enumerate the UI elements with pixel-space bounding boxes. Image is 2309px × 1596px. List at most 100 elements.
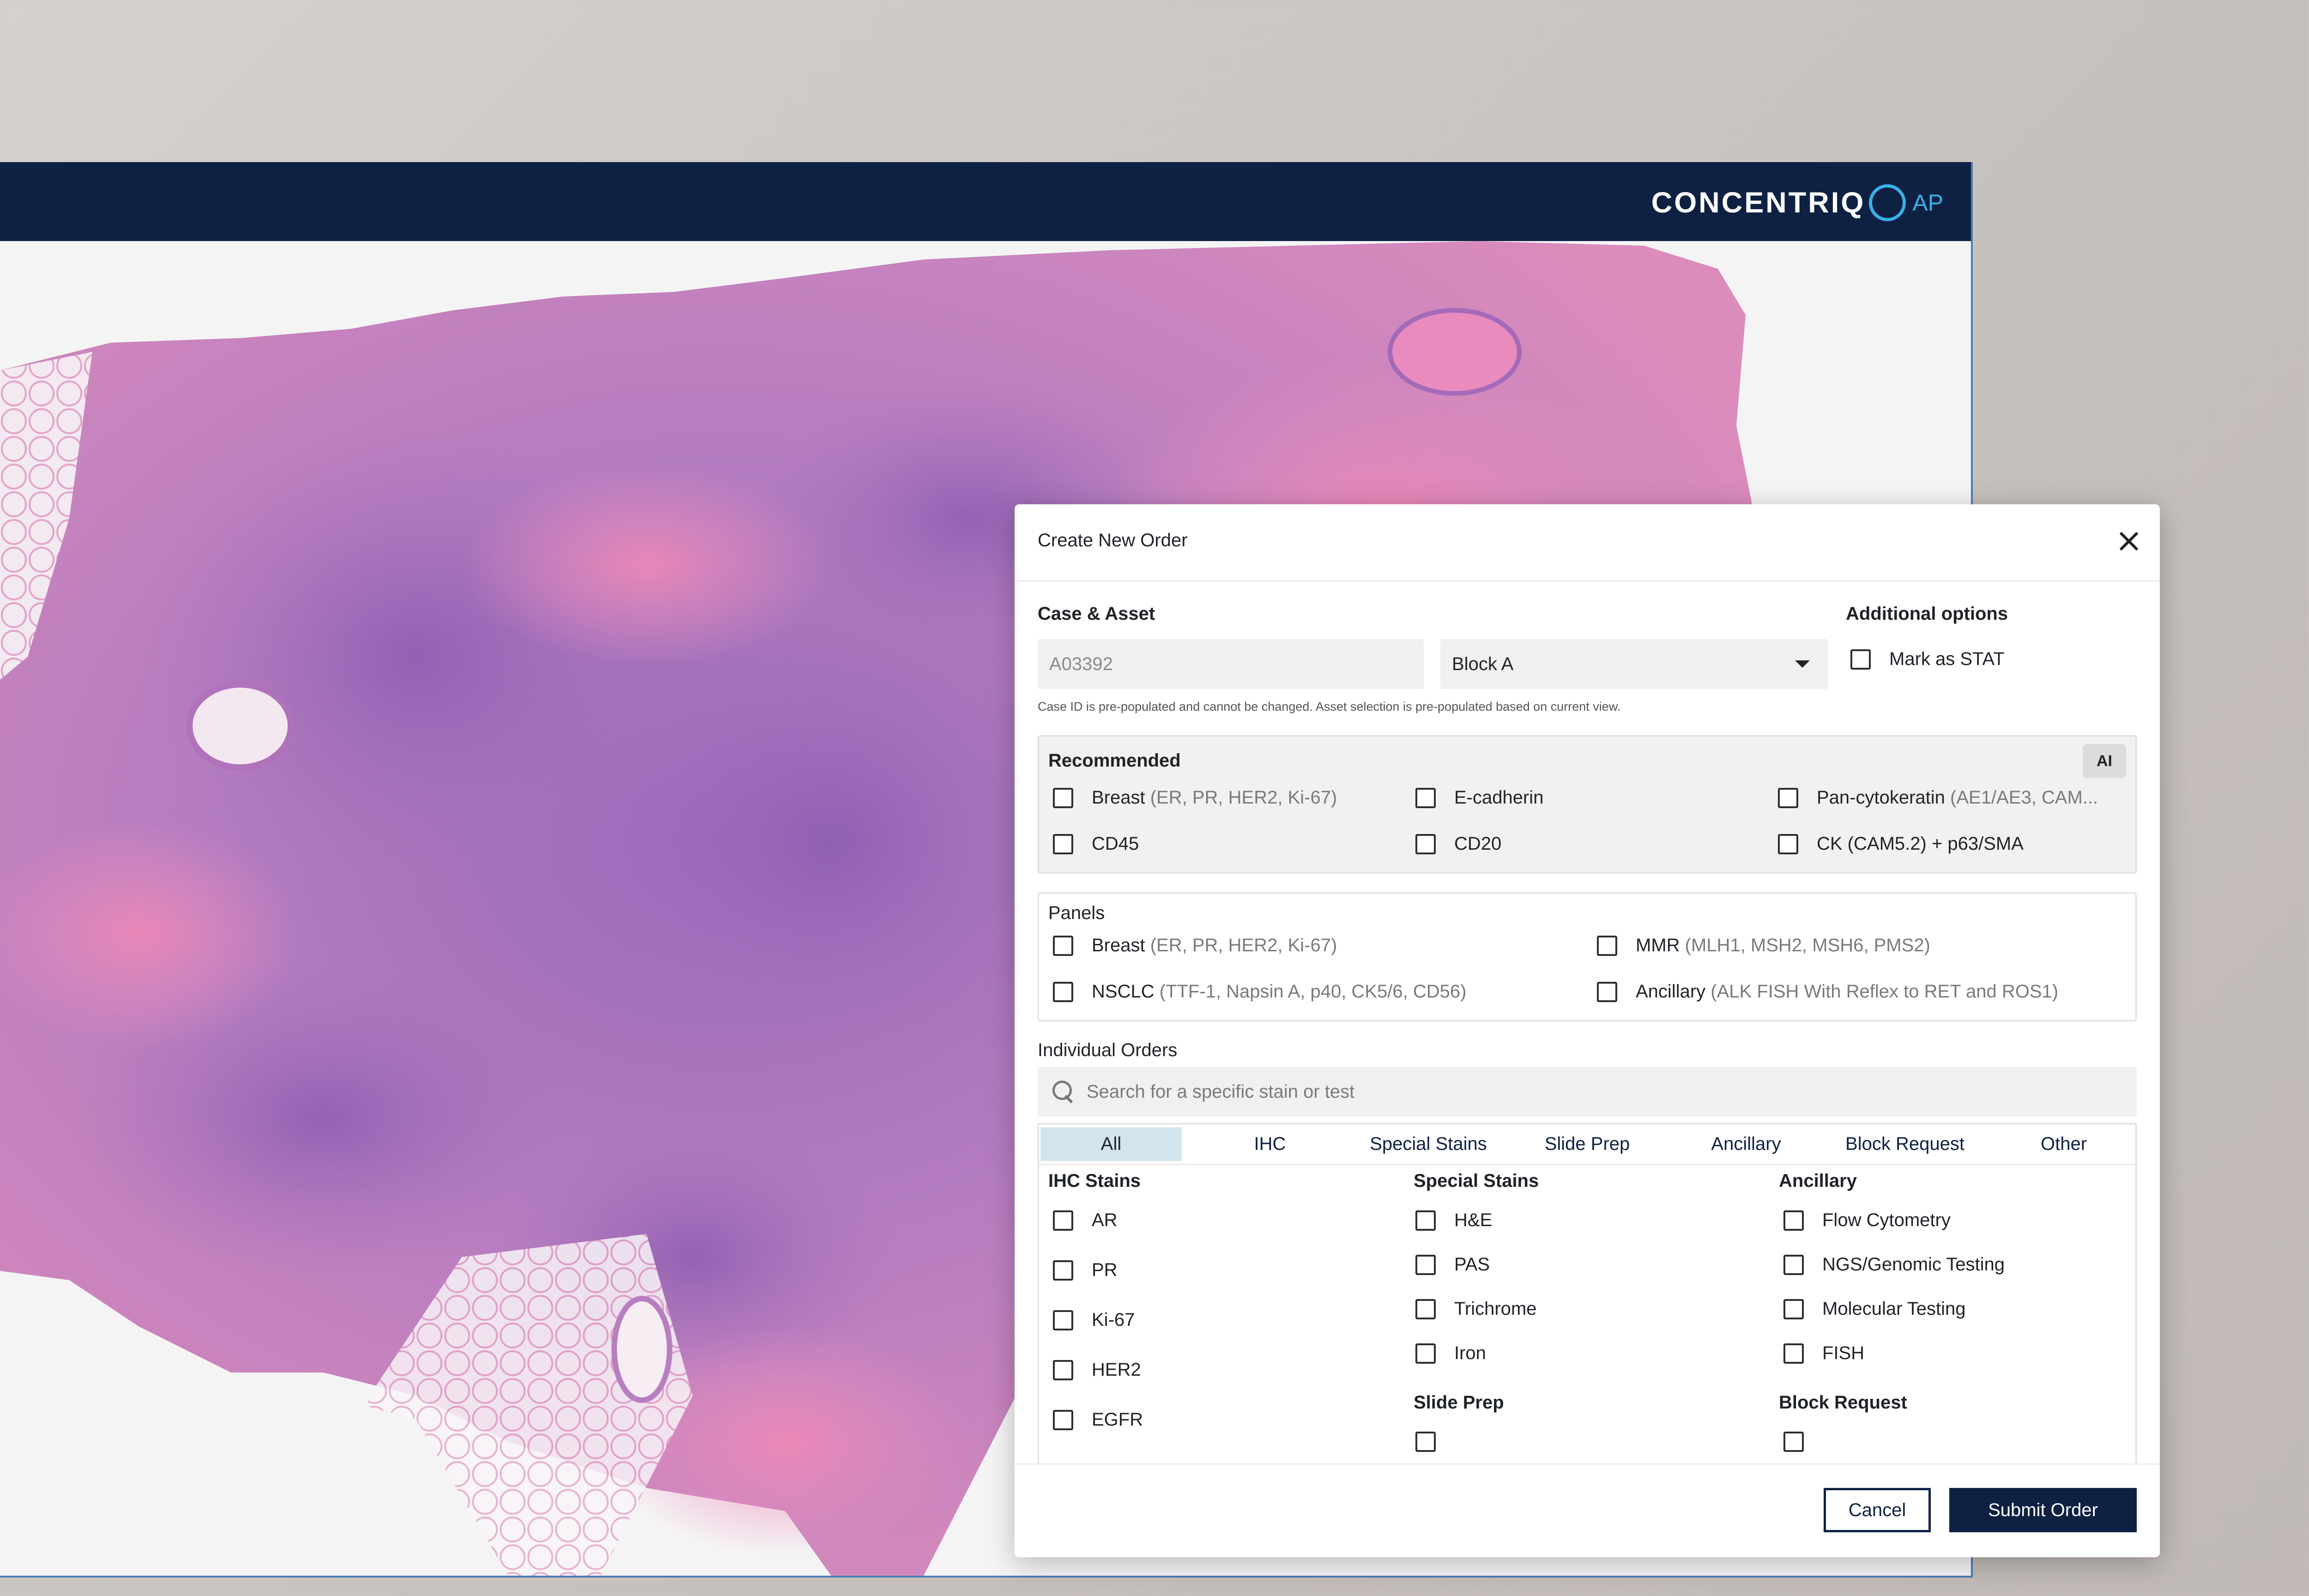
checkbox[interactable]: [1597, 981, 1617, 1002]
checkbox[interactable]: [1783, 1254, 1804, 1275]
option-label: HER2: [1092, 1360, 1141, 1380]
stain-search-input[interactable]: Search for a specific stain or test: [1038, 1067, 2137, 1117]
ihc-option-ki-67[interactable]: Ki-67: [1053, 1310, 1135, 1330]
checkbox[interactable]: [1597, 935, 1617, 956]
checkbox[interactable]: [1783, 1432, 1804, 1452]
special-option-iron[interactable]: Iron: [1415, 1343, 1486, 1364]
checkbox[interactable]: [1053, 834, 1073, 854]
option-detail: (ER, PR, HER2, Ki-67): [1150, 787, 1337, 808]
option-label: NSCLC: [1092, 981, 1154, 1002]
ihc-option-pr[interactable]: PR: [1053, 1260, 1118, 1281]
checkbox[interactable]: [1053, 1409, 1073, 1430]
ancillary-option-flow-cytometry[interactable]: Flow Cytometry: [1783, 1210, 1951, 1231]
tab-ancillary[interactable]: Ancillary: [1675, 1127, 1817, 1161]
checkbox[interactable]: [1053, 1360, 1073, 1380]
case-asset-helper-text: Case ID is pre-populated and cannot be c…: [1038, 700, 1621, 713]
block-request-heading: Block Request: [1779, 1392, 1907, 1413]
option-detail: (AE1/AE3, CAM...: [1950, 787, 2098, 808]
ancillary-option-molecular[interactable]: Molecular Testing: [1783, 1299, 1966, 1319]
ihc-option-egfr[interactable]: EGFR: [1053, 1409, 1143, 1430]
option-label: Flow Cytometry: [1822, 1210, 1951, 1230]
special-option-pas[interactable]: PAS: [1415, 1254, 1490, 1275]
checkbox[interactable]: [1778, 787, 1798, 808]
option-label: CK (CAM5.2) + p63/SMA: [1817, 834, 2024, 854]
option-label: MMR: [1636, 935, 1680, 955]
panel-option-mmr[interactable]: MMR (MLH1, MSH2, MSH6, PMS2): [1597, 935, 1930, 956]
option-label: Breast: [1092, 935, 1145, 955]
recommended-option-cd45[interactable]: CD45: [1053, 834, 1139, 854]
option-label: Molecular Testing: [1822, 1299, 1966, 1319]
checkbox[interactable]: [1053, 935, 1073, 956]
tab-all[interactable]: All: [1040, 1127, 1182, 1161]
checkbox[interactable]: [1783, 1299, 1804, 1319]
checkbox[interactable]: [1053, 981, 1073, 1002]
asset-select[interactable]: Block A: [1440, 639, 1828, 689]
mark-stat-option[interactable]: Mark as STAT: [1850, 649, 2005, 670]
case-id-field: A03392: [1038, 639, 1424, 689]
checkbox[interactable]: [1415, 1210, 1436, 1231]
special-option-he[interactable]: H&E: [1415, 1210, 1492, 1231]
recommended-option-e-cadherin[interactable]: E-cadherin: [1415, 787, 1543, 808]
checkbox[interactable]: [1783, 1343, 1804, 1364]
block-request-option[interactable]: [1783, 1432, 1804, 1452]
checkbox[interactable]: [1415, 787, 1436, 808]
option-label: Ancillary: [1636, 981, 1706, 1002]
ihc-option-her2[interactable]: HER2: [1053, 1360, 1141, 1380]
checkbox[interactable]: [1415, 1299, 1436, 1319]
panel-option-nsclc[interactable]: NSCLC (TTF-1, Napsin A, p40, CK5/6, CD56…: [1053, 981, 1466, 1002]
option-label: EGFR: [1092, 1409, 1143, 1430]
panels-section: Panels Breast (ER, PR, HER2, Ki-67) MMR …: [1038, 892, 2137, 1022]
tab-block-request[interactable]: Block Request: [1834, 1127, 1976, 1161]
ihc-option-ar[interactable]: AR: [1053, 1210, 1118, 1231]
mark-stat-checkbox[interactable]: [1850, 649, 1871, 670]
order-category-tabs: All IHC Special Stains Slide Prep Ancill…: [1039, 1124, 2135, 1165]
tab-other[interactable]: Other: [1993, 1127, 2134, 1161]
option-label: Ki-67: [1092, 1310, 1135, 1330]
recommended-option-pan-cytokeratin[interactable]: Pan-cytokeratin (AE1/AE3, CAM...: [1778, 787, 2098, 808]
checkbox[interactable]: [1415, 1343, 1436, 1364]
brand-ring-icon: [1869, 184, 1906, 221]
tab-ihc[interactable]: IHC: [1199, 1127, 1341, 1161]
slide-prep-heading: Slide Prep: [1414, 1392, 1504, 1413]
ancillary-option-ngs[interactable]: NGS/Genomic Testing: [1783, 1254, 2005, 1275]
brand-suffix: AP: [1912, 190, 1943, 216]
brand-logo: CONCENTRIQ AP: [1651, 184, 1943, 221]
panel-option-breast[interactable]: Breast (ER, PR, HER2, Ki-67): [1053, 935, 1337, 956]
submit-order-button[interactable]: Submit Order: [1949, 1488, 2137, 1532]
recommended-option-ck-cam52[interactable]: CK (CAM5.2) + p63/SMA: [1778, 834, 2024, 854]
individual-orders-list[interactable]: All IHC Special Stains Slide Prep Ancill…: [1038, 1123, 2137, 1488]
checkbox[interactable]: [1415, 834, 1436, 854]
checkbox[interactable]: [1053, 787, 1073, 808]
checkbox[interactable]: [1415, 1432, 1436, 1452]
special-option-trichrome[interactable]: Trichrome: [1415, 1299, 1537, 1319]
ancillary-heading: Ancillary: [1779, 1171, 1857, 1191]
dialog-footer: Cancel Submit Order: [1015, 1463, 2160, 1557]
checkbox[interactable]: [1053, 1260, 1073, 1281]
checkbox[interactable]: [1778, 834, 1798, 854]
option-label: PR: [1092, 1260, 1118, 1280]
panel-option-ancillary[interactable]: Ancillary (ALK FISH With Reflex to RET a…: [1597, 981, 2058, 1002]
tab-slide-prep[interactable]: Slide Prep: [1517, 1127, 1658, 1161]
dialog-header: Create New Order: [1015, 504, 2160, 582]
option-label: NGS/Genomic Testing: [1822, 1254, 2005, 1275]
mark-stat-label: Mark as STAT: [1889, 649, 2005, 669]
close-icon[interactable]: [2110, 523, 2147, 560]
tab-special-stains[interactable]: Special Stains: [1358, 1127, 1499, 1161]
slide-prep-option[interactable]: [1415, 1432, 1436, 1452]
create-order-dialog: Create New Order Case & Asset A03392 Blo…: [1015, 504, 2160, 1557]
checkbox[interactable]: [1783, 1210, 1804, 1231]
recommended-option-cd20[interactable]: CD20: [1415, 834, 1501, 854]
special-stains-heading: Special Stains: [1414, 1171, 1539, 1191]
option-label: FISH: [1822, 1343, 1865, 1363]
checkbox[interactable]: [1415, 1254, 1436, 1275]
dialog-title: Create New Order: [1038, 530, 1188, 550]
asset-select-value: Block A: [1452, 653, 1514, 674]
checkbox[interactable]: [1053, 1210, 1073, 1231]
recommended-option-breast[interactable]: Breast (ER, PR, HER2, Ki-67): [1053, 787, 1337, 808]
option-detail: (ALK FISH With Reflex to RET and ROS1): [1711, 981, 2059, 1002]
ancillary-option-fish[interactable]: FISH: [1783, 1343, 1864, 1364]
recommended-label: Recommended: [1048, 750, 1181, 771]
ai-badge: AI: [2083, 744, 2126, 778]
cancel-button[interactable]: Cancel: [1824, 1488, 1931, 1532]
checkbox[interactable]: [1053, 1310, 1073, 1330]
